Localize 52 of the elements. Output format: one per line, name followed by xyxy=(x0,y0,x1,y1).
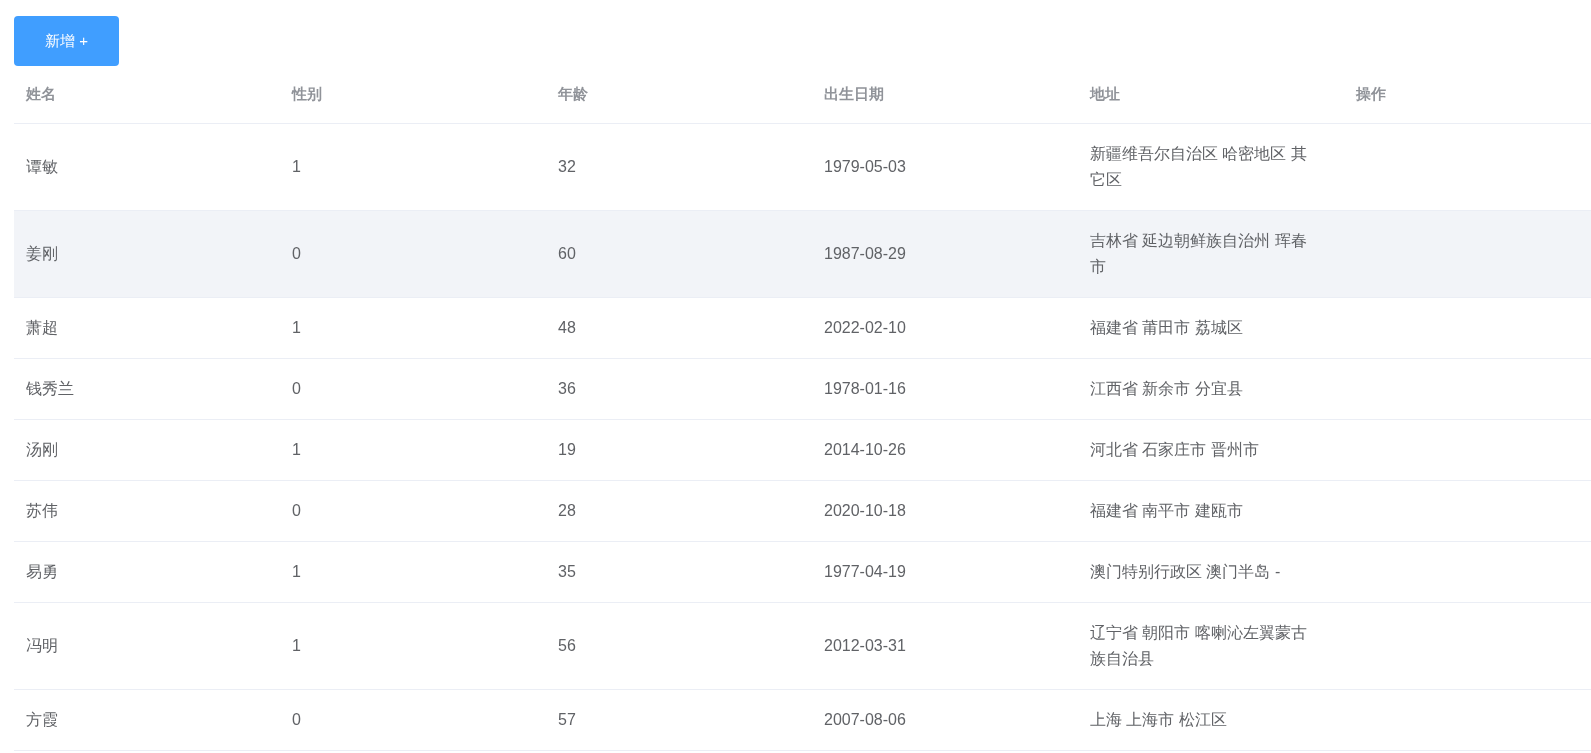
table-cell-text: 澳门特别行政区 澳门半岛 - xyxy=(1089,562,1282,582)
table-cell-text: 35 xyxy=(557,562,577,582)
table-cell-text: 0 xyxy=(291,379,302,399)
table-cell-text: 福建省 莆田市 荔城区 xyxy=(1089,318,1244,338)
table-cell-text: 57 xyxy=(557,710,577,730)
table-cell-text: 1987-08-29 xyxy=(823,244,907,264)
table-cell-text: 钱秀兰 xyxy=(25,379,75,399)
table-cell-text: 易勇 xyxy=(25,562,59,582)
table-cell-text: 2020-10-18 xyxy=(823,501,907,521)
table-cell-text: 19 xyxy=(557,440,577,460)
table-cell-text: 福建省 南平市 建瓯市 xyxy=(1089,501,1244,521)
table-cell-text: 2007-08-06 xyxy=(823,710,907,730)
column-header: 地址 xyxy=(1088,84,1121,105)
table-cell-text: 河北省 石家庄市 晋州市 xyxy=(1089,440,1260,460)
table-cell-text: 吉林省 延边朝鲜族自治州 珲春市 xyxy=(1089,231,1308,277)
table-cell-text: 48 xyxy=(557,318,577,338)
table-cell-text: 1 xyxy=(291,318,302,338)
table-cell-text: 2012-03-31 xyxy=(823,636,907,656)
table-cell-text: 汤刚 xyxy=(25,440,59,460)
table-cell-text: 1 xyxy=(291,440,302,460)
table-cell-text: 方霞 xyxy=(25,710,59,730)
table-cell-text: 28 xyxy=(557,501,577,521)
table-row[interactable]: 姜刚 0 60 1987-08-29 吉林省 延边朝鲜族自治州 珲春市 xyxy=(14,211,1591,298)
table-cell-text: 1977-04-19 xyxy=(823,562,907,582)
table-cell-text: 60 xyxy=(557,244,577,264)
table-cell-text: 0 xyxy=(291,710,302,730)
table-cell-text: 上海 上海市 松江区 xyxy=(1089,710,1228,730)
table-cell-text: 0 xyxy=(291,244,302,264)
table-cell-text: 谭敏 xyxy=(25,157,59,177)
table-cell-text: 苏伟 xyxy=(25,501,59,521)
table-cell-text: 1 xyxy=(291,157,302,177)
column-header: 出生日期 xyxy=(823,84,885,105)
column-header: 姓名 xyxy=(25,84,57,105)
table-cell-text: 姜刚 xyxy=(25,244,59,264)
table-cell-text: 辽宁省 朝阳市 喀喇沁左翼蒙古族自治县 xyxy=(1089,623,1308,669)
table-cell-text: 32 xyxy=(557,157,577,177)
table-cell-text: 2022-02-10 xyxy=(823,318,907,338)
table-cell-text: 萧超 xyxy=(25,318,59,338)
table-cell-text: 1 xyxy=(291,636,302,656)
table-cell-text: 2014-10-26 xyxy=(823,440,907,460)
table-cell-text: 江西省 新余市 分宜县 xyxy=(1089,379,1244,399)
table-cell-text: 56 xyxy=(557,636,577,656)
table-cell-text: 冯明 xyxy=(25,636,59,656)
column-header: 操作 xyxy=(1355,84,1387,105)
column-header: 年龄 xyxy=(557,84,589,105)
table-cell-text: 新疆维吾尔自治区 哈密地区 其它区 xyxy=(1089,144,1308,190)
table-cell-text: 0 xyxy=(291,501,302,521)
table-cell-text: 1979-05-03 xyxy=(823,157,907,177)
column-header: 性别 xyxy=(290,84,323,105)
table-cell-text: 1 xyxy=(291,562,302,582)
table-cell-text: 1978-01-16 xyxy=(823,379,907,399)
table-cell-text: 36 xyxy=(557,379,577,399)
